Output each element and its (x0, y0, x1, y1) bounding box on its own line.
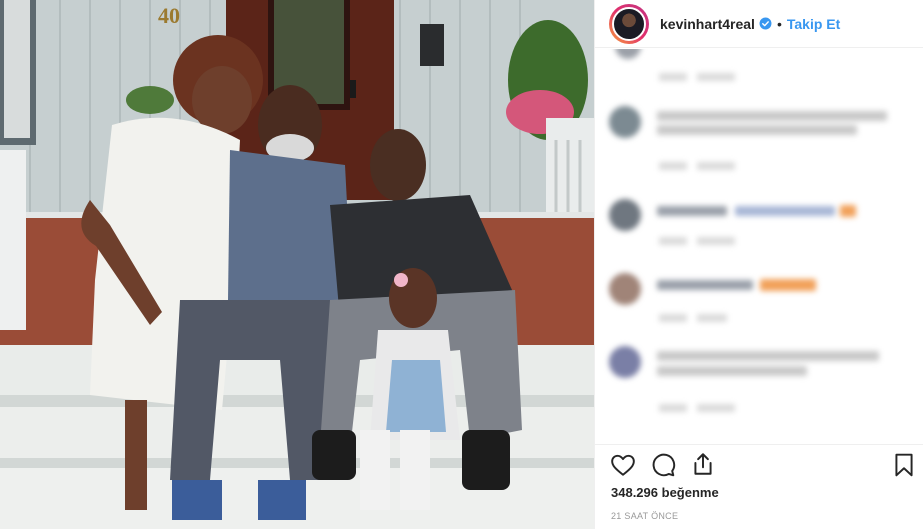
commenter-avatar (609, 106, 641, 138)
comment-bubble-icon[interactable] (650, 452, 676, 478)
bookmark-icon[interactable] (891, 452, 917, 478)
likes-label: beğenme (661, 485, 719, 500)
commenter-avatar (609, 199, 641, 231)
post-actions: 348.296 beğenme 21 SAAT ÖNCE (595, 444, 923, 529)
post-photo[interactable]: 40 (0, 0, 594, 529)
heart-icon[interactable] (610, 452, 636, 478)
comments-list[interactable] (595, 49, 923, 444)
comment-row (609, 346, 641, 378)
commenter-avatar (615, 49, 641, 59)
comment-row (609, 106, 641, 138)
post-side-panel: kevinhart4real • Takip Et 348.296 beğenm… (594, 0, 923, 529)
commenter-avatar (609, 273, 641, 305)
post-timestamp[interactable]: 21 SAAT ÖNCE (611, 511, 678, 521)
avatar-image (612, 6, 646, 41)
post-header: kevinhart4real • Takip Et (595, 0, 923, 48)
comment-row (609, 199, 641, 231)
separator-dot: • (776, 15, 782, 32)
comment-row (609, 49, 641, 59)
verified-badge-icon (759, 17, 772, 30)
family-photo-illustration: 40 (0, 0, 594, 529)
house-number: 40 (158, 3, 180, 28)
username-link[interactable]: kevinhart4real (660, 16, 755, 32)
profile-avatar[interactable] (609, 3, 649, 44)
follow-button[interactable]: Takip Et (787, 16, 840, 32)
likes-count[interactable]: 348.296 beğenme (611, 485, 719, 500)
post-window: 40 kevinhart4real • Takip Et 348.296 beğ… (0, 0, 923, 529)
comment-row (609, 273, 641, 305)
commenter-avatar (609, 346, 641, 378)
share-icon[interactable] (690, 451, 716, 477)
likes-number: 348.296 (611, 485, 658, 500)
